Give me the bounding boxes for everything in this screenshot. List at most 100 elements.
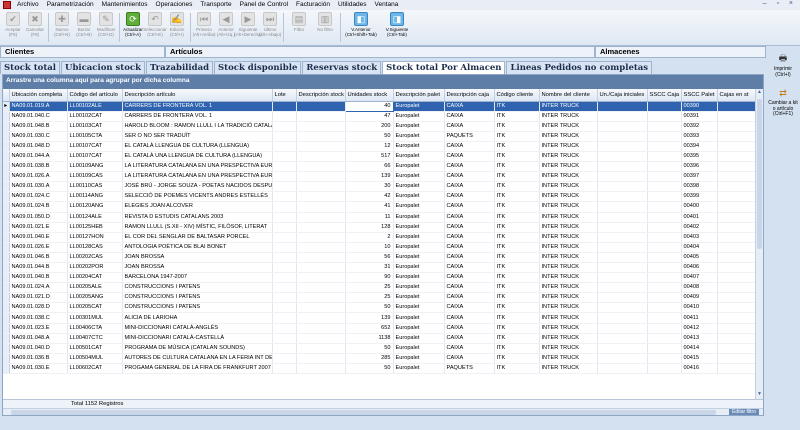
table-row[interactable]: NA09.01.040.D LL00501CAT PROGRAMA DE MÚSIC… xyxy=(3,343,755,354)
cell-codigo-cliente[interactable]: ITK xyxy=(494,181,540,193)
window-controls[interactable]: – ▫ × xyxy=(763,0,797,7)
cell-descripcion-palet[interactable]: Europalet xyxy=(393,323,445,334)
cell-cajas-en-st[interactable] xyxy=(717,121,755,132)
cell-nombre-del-cliente[interactable]: INTER TRUCK xyxy=(539,232,598,243)
menu-parametrizacion[interactable]: Parametrización xyxy=(43,0,98,10)
cell-codigo-del-articulo[interactable]: LL00128CAS xyxy=(67,242,123,253)
cell-lote[interactable] xyxy=(272,171,297,183)
cell-lote[interactable] xyxy=(272,333,297,344)
cell-lote[interactable] xyxy=(272,121,297,132)
cell-codigo-cliente[interactable]: ITK xyxy=(494,353,540,364)
cell-codigo-cliente[interactable]: ITK xyxy=(494,252,540,264)
cell-sscc-caja[interactable] xyxy=(647,363,682,375)
cell-descripcion-palet[interactable]: Europalet xyxy=(393,181,445,193)
tab-ubicacion-stock[interactable]: Ubicacion stock xyxy=(61,61,145,74)
table-row[interactable]: NA09.01.044.B LL00202POR JOAN BROSSA 31 Euro… xyxy=(3,262,755,274)
menu-utilidades[interactable]: Utilidades xyxy=(334,0,371,10)
cell-descripcion-palet[interactable]: Europalet xyxy=(393,333,445,344)
cell-codigo-del-articulo[interactable]: LL00301MUL xyxy=(67,312,123,324)
cell-descripcion-palet[interactable]: Europalet xyxy=(393,232,445,243)
cell-ubicacion-completa[interactable]: NA09.01.024.C xyxy=(9,191,68,203)
cell-codigo-cliente[interactable]: ITK xyxy=(494,191,540,203)
cell-sscc-caja[interactable] xyxy=(647,222,682,233)
cell-descripcion-palet[interactable]: Europalet xyxy=(393,292,445,304)
cell-ubicacion-completa[interactable]: NA09.01.048.B xyxy=(9,121,68,132)
cell-cajas-en-st[interactable] xyxy=(717,272,755,284)
edit-filter-button[interactable]: Editar filtro xyxy=(729,409,759,415)
cell-codigo-cliente[interactable]: ITK xyxy=(494,292,540,304)
cell-cajas-en-st[interactable] xyxy=(717,201,755,213)
cell-descripcion-stock[interactable] xyxy=(296,242,346,253)
cell-descripcion-articulo[interactable]: EL COR DEL SENGLAR DE BALTASAR PORCEL xyxy=(122,232,273,243)
cell-un-caja-iniciales[interactable] xyxy=(597,302,648,314)
cell-lote[interactable] xyxy=(272,141,297,152)
cell-codigo-cliente[interactable]: ITK xyxy=(494,343,540,354)
cell-descripcion-stock[interactable] xyxy=(296,181,346,193)
cell-descripcion-articulo[interactable]: CARRERS DE FRONTERA VOL. 1 xyxy=(122,111,273,122)
table-row[interactable]: NA09.01.040.E LL00127HON EL COR DEL SENGLA… xyxy=(3,232,755,243)
cell-descripcion-stock[interactable] xyxy=(296,363,346,375)
cell-sscc-caja[interactable] xyxy=(647,353,682,364)
cell-un-caja-iniciales[interactable] xyxy=(597,323,648,334)
cell-unidades-stock[interactable]: 41 xyxy=(345,201,394,213)
cell-ubicacion-completa[interactable]: NA09.01.021.D xyxy=(9,292,68,304)
cell-descripcion-stock[interactable] xyxy=(296,272,346,284)
cell-nombre-del-cliente[interactable]: INTER TRUCK xyxy=(539,292,598,304)
cell-descripcion-caja[interactable]: CAIXA xyxy=(444,302,495,314)
cell-un-caja-iniciales[interactable] xyxy=(597,262,648,274)
cell-cajas-en-st[interactable] xyxy=(717,181,755,193)
cell-nombre-del-cliente[interactable]: INTER TRUCK xyxy=(539,222,598,233)
cell-codigo-cliente[interactable]: ITK xyxy=(494,111,540,122)
column-header-descripcion-stock[interactable]: Descripción stock xyxy=(296,89,346,102)
tab-stock-total-por-almacen[interactable]: Stock total Por Almacen xyxy=(382,61,506,74)
cell-descripcion-articulo[interactable]: JOAN BROSSA xyxy=(122,262,273,274)
table-row[interactable]: NA09.01.026.A LL00109CAS LA LITERATURA CAT… xyxy=(3,171,755,183)
cell-lote[interactable] xyxy=(272,363,297,375)
cell-lote[interactable] xyxy=(272,353,297,364)
cell-descripcion-palet[interactable]: Europalet xyxy=(393,101,445,112)
cell-lote[interactable] xyxy=(272,323,297,334)
cell-descripcion-caja[interactable]: CAIXA xyxy=(444,101,495,112)
cell-sscc-caja[interactable] xyxy=(647,302,682,314)
cell-unidades-stock[interactable]: 2 xyxy=(345,232,394,243)
cell-descripcion-caja[interactable]: CAIXA xyxy=(444,212,495,223)
table-row[interactable]: NA09.01.040.B LL00204CAT BARCELONA 1947-20… xyxy=(3,272,755,284)
cell-codigo-del-articulo[interactable]: LL00107CAT xyxy=(67,151,123,163)
table-row[interactable]: NA09.01.046.B LL00202CAS JOAN BROSSA 56 Euro… xyxy=(3,252,755,264)
cell-cajas-en-st[interactable] xyxy=(717,262,755,274)
cell-descripcion-caja[interactable]: CAIXA xyxy=(444,121,495,132)
cell-sscc-palet[interactable]: 00395 xyxy=(681,151,718,163)
cell-sscc-caja[interactable] xyxy=(647,141,682,152)
cell-descripcion-caja[interactable]: CAIXA xyxy=(444,242,495,253)
cell-sscc-palet[interactable]: 00410 xyxy=(681,302,718,314)
column-header-sscc-palet[interactable]: SSCC Palet xyxy=(681,89,718,102)
cell-ubicacion-completa[interactable]: NA09.01.040.E xyxy=(9,232,68,243)
cell-descripcion-palet[interactable]: Europalet xyxy=(393,191,445,203)
cell-ubicacion-completa[interactable]: NA09.01.038.C xyxy=(9,312,68,324)
side-button-imprimir[interactable]: 🖶 Imprimir (Ctrl+I) xyxy=(766,52,800,78)
cell-descripcion-palet[interactable]: Europalet xyxy=(393,353,445,364)
cell-sscc-palet[interactable]: 00397 xyxy=(681,171,718,183)
cell-nombre-del-cliente[interactable]: INTER TRUCK xyxy=(539,343,598,354)
cell-sscc-palet[interactable]: 00405 xyxy=(681,252,718,264)
cell-codigo-cliente[interactable]: ITK xyxy=(494,101,540,112)
cell-un-caja-iniciales[interactable] xyxy=(597,292,648,304)
cell-descripcion-articulo[interactable]: ANTOLOGIA POÈTICA DE BLAI BONET xyxy=(122,242,273,253)
toolbar-button-nuevo[interactable]: ✚ Nuevo (Ctrl+N) xyxy=(51,10,73,45)
cell-descripcion-stock[interactable] xyxy=(296,101,346,112)
cell-descripcion-stock[interactable] xyxy=(296,262,346,274)
cell-nombre-del-cliente[interactable]: INTER TRUCK xyxy=(539,111,598,122)
cell-nombre-del-cliente[interactable]: INTER TRUCK xyxy=(539,312,598,324)
cell-descripcion-stock[interactable] xyxy=(296,212,346,223)
menu-transporte[interactable]: Transporte xyxy=(196,0,235,10)
table-row[interactable]: NA09.01.024.C LL00114ANG SELECCIÓ DE POEME… xyxy=(3,191,755,203)
cell-descripcion-caja[interactable]: CAIXA xyxy=(444,312,495,324)
cell-codigo-cliente[interactable]: ITK xyxy=(494,333,540,344)
cell-sscc-palet[interactable]: 00416 xyxy=(681,363,718,375)
cell-nombre-del-cliente[interactable]: INTER TRUCK xyxy=(539,161,598,173)
cell-cajas-en-st[interactable] xyxy=(717,343,755,354)
cell-codigo-cliente[interactable]: ITK xyxy=(494,212,540,223)
cell-cajas-en-st[interactable] xyxy=(717,353,755,364)
cell-sscc-caja[interactable] xyxy=(647,121,682,132)
cell-cajas-en-st[interactable] xyxy=(717,333,755,344)
